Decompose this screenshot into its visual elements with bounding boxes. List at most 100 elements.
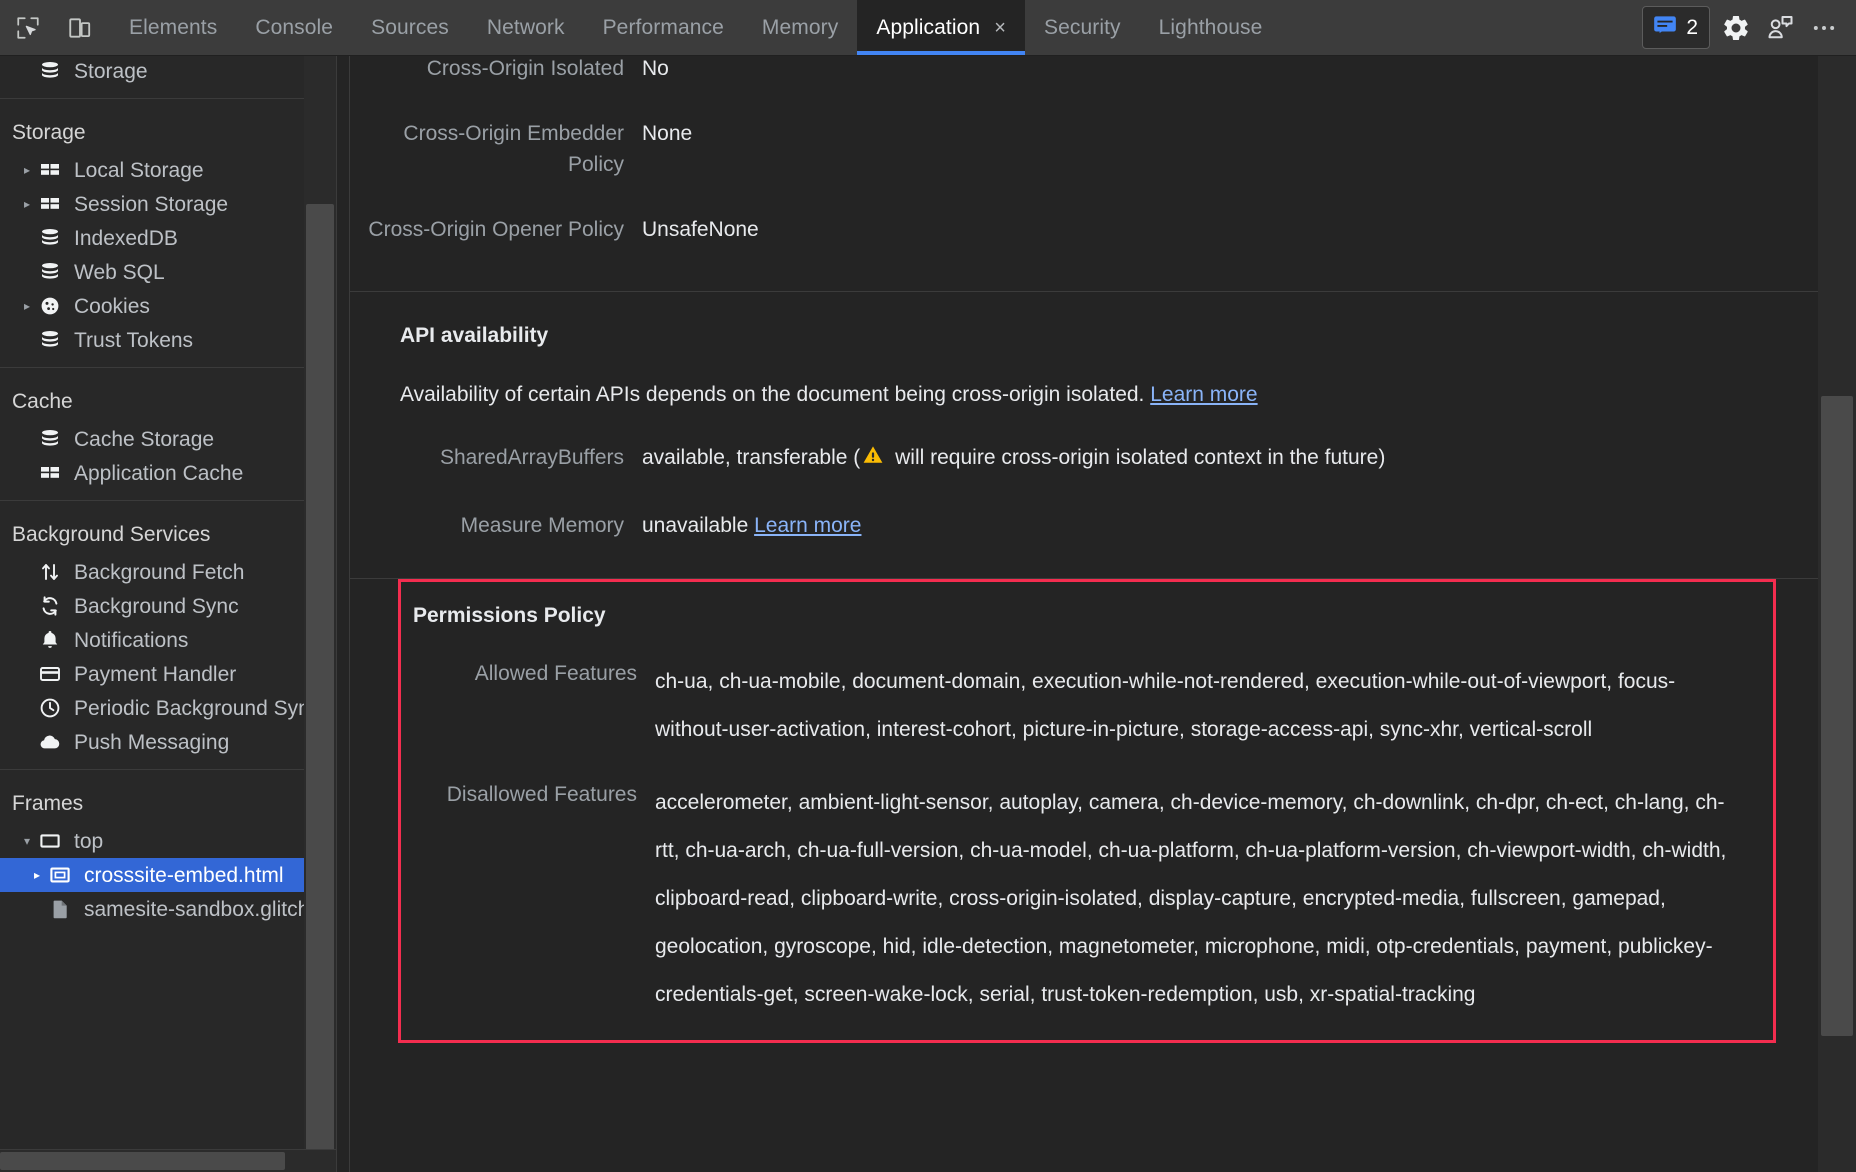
sidebar-item-session-storage[interactable]: ▸ Session Storage — [0, 187, 336, 221]
row-value: available, transferable ( will require c… — [642, 442, 1429, 477]
tab-application[interactable]: Application × — [857, 0, 1025, 55]
sidebar-item-cache-storage[interactable]: ▸ Cache Storage — [0, 422, 336, 456]
row-cross-origin-embedder-policy: Cross-Origin Embedder Policy None — [350, 96, 1818, 192]
main-scroll-thumb[interactable] — [1821, 396, 1853, 1036]
row-allowed-features: Allowed Features ch-ua, ch-ua-mobile, do… — [401, 638, 1773, 765]
tab-performance[interactable]: Performance — [584, 0, 743, 55]
issues-count: 2 — [1686, 16, 1698, 39]
chevron-right-icon[interactable]: ▸ — [16, 163, 38, 177]
sidebar-hscroll-thumb[interactable] — [0, 1152, 285, 1170]
sidebar-item-periodic-background-sync[interactable]: ▸ Periodic Background Sync — [0, 691, 336, 725]
sidebar-scroll-thumb[interactable] — [306, 204, 334, 1172]
feedback-person-icon[interactable] — [1762, 10, 1798, 46]
tab-label: Network — [486, 15, 565, 39]
sidebar-item-web-sql[interactable]: ▸ Web SQL — [0, 255, 336, 289]
cookie-icon — [38, 294, 66, 318]
sidebar-group-header: Background Services — [12, 523, 211, 546]
sidebar-item-frame-samesite-sandbox[interactable]: ▸ samesite-sandbox.glitch — [0, 892, 336, 926]
more-options-icon[interactable] — [1806, 10, 1842, 46]
gear-icon[interactable] — [1718, 10, 1754, 46]
sidebar-item-frame-crosssite-embed[interactable]: ▸ crosssite-embed.html — [0, 858, 336, 892]
tab-console[interactable]: Console — [236, 0, 352, 55]
database-icon — [38, 260, 66, 284]
devtools-window: Elements Console Sources Network Perform… — [0, 0, 1856, 1172]
sidebar-horizontal-scrollbar[interactable] — [0, 1149, 336, 1172]
sidebar-item-cookies[interactable]: ▸ Cookies — [0, 289, 336, 323]
row-shared-array-buffers: SharedArrayBuffers available, transferab… — [350, 416, 1818, 488]
close-icon[interactable]: × — [994, 18, 1006, 38]
row-disallowed-features: Disallowed Features accelerometer, ambie… — [401, 765, 1773, 1029]
chevron-right-icon[interactable]: ▸ — [16, 299, 38, 313]
sidebar-item-label: Cache Storage — [74, 427, 215, 451]
sidebar-item-label: Trust Tokens — [74, 328, 194, 352]
row-key: Cross-Origin Opener Policy — [368, 217, 624, 241]
devtools-toolbar: Elements Console Sources Network Perform… — [0, 0, 1856, 56]
sidebar-item-indexeddb[interactable]: ▸ IndexedDB — [0, 221, 336, 255]
sidebar-item-frame-top[interactable]: ▾ top — [0, 824, 336, 858]
sidebar-item-label: Background Fetch — [74, 560, 245, 584]
tab-security[interactable]: Security — [1025, 0, 1140, 55]
sidebar-item-label: Payment Handler — [74, 662, 237, 686]
sidebar-item-storage-overview[interactable]: ▸ Storage — [0, 56, 336, 88]
chevron-down-icon[interactable]: ▾ — [16, 834, 38, 848]
row-value: UnsafeNone — [642, 217, 759, 241]
frame-details-panel: Cross-Origin Isolated No Cross-Origin Em… — [337, 56, 1856, 1172]
tab-label: Performance — [602, 15, 724, 39]
sidebar-group-header: Storage — [12, 121, 86, 144]
tab-memory[interactable]: Memory — [743, 0, 857, 55]
issues-button[interactable]: 2 — [1642, 6, 1710, 49]
row-value: ch-ua, ch-ua-mobile, document-domain, ex… — [655, 670, 1676, 742]
sidebar-item-notifications[interactable]: ▸ Notifications — [0, 623, 336, 657]
database-icon — [38, 226, 66, 250]
main-vertical-scrollbar[interactable] — [1818, 56, 1856, 1172]
tab-sources[interactable]: Sources — [352, 0, 468, 55]
arrows-up-down-icon — [38, 560, 66, 584]
tab-lighthouse[interactable]: Lighthouse — [1140, 0, 1282, 55]
sidebar-item-trust-tokens[interactable]: ▸ Trust Tokens — [0, 323, 336, 357]
sidebar-item-label: IndexedDB — [74, 226, 178, 250]
security-isolation-section: Cross-Origin Isolated No Cross-Origin Em… — [350, 56, 1818, 292]
sidebar-item-label: Session Storage — [74, 192, 229, 216]
api-availability-section: API availability Availability of certain… — [350, 292, 1818, 580]
sidebar-item-background-sync[interactable]: ▸ Background Sync — [0, 589, 336, 623]
sidebar-item-local-storage[interactable]: ▸ Local Storage — [0, 153, 336, 187]
sidebar-item-application-cache[interactable]: ▸ Application Cache — [0, 456, 336, 490]
tab-elements[interactable]: Elements — [110, 0, 236, 55]
tab-network[interactable]: Network — [468, 0, 584, 55]
sidebar-item-push-messaging[interactable]: ▸ Push Messaging — [0, 725, 336, 759]
row-measure-memory: Measure Memory unavailable Learn more — [350, 488, 1818, 553]
bell-icon — [38, 628, 66, 652]
learn-more-link[interactable]: Learn more — [754, 514, 861, 537]
chevron-right-icon[interactable]: ▸ — [16, 197, 38, 211]
devtools-body: ▸ ▸ — [0, 56, 1856, 1172]
device-toolbar-icon[interactable] — [62, 10, 98, 46]
table-icon — [38, 461, 66, 485]
chevron-right-icon[interactable]: ▸ — [26, 868, 48, 882]
learn-more-link[interactable]: Learn more — [1150, 383, 1257, 406]
database-icon — [38, 328, 66, 352]
row-value: accelerometer, ambient-light-sensor, aut… — [655, 791, 1727, 1006]
permissions-policy-highlight-box: Permissions Policy Allowed Features ch-u… — [398, 579, 1776, 1043]
sidebar-group-background-services: Background Services ▸ Background Fetch — [0, 501, 336, 770]
frame-details-inner: Cross-Origin Isolated No Cross-Origin Em… — [350, 56, 1856, 1172]
database-icon — [38, 427, 66, 451]
sidebar-group-header: Cache — [12, 390, 73, 413]
sidebar-vertical-scrollbar[interactable] — [304, 56, 336, 1172]
inspect-cursor-icon[interactable] — [10, 10, 46, 46]
toolbar-right-icons: 2 — [1642, 0, 1856, 55]
warning-triangle-icon — [861, 443, 885, 477]
row-key: Measure Memory — [460, 513, 624, 537]
sidebar-item-payment-handler[interactable]: ▸ Payment Handler — [0, 657, 336, 691]
panel-tabs: Elements Console Sources Network Perform… — [98, 0, 1642, 55]
sidebar-item-label: Web SQL — [74, 260, 165, 284]
sidebar-item-background-fetch[interactable]: ▸ Background Fetch — [0, 555, 336, 589]
iframe-icon — [48, 863, 76, 887]
application-sidebar: ▸ ▸ — [0, 56, 337, 1172]
sidebar-item-label: Cookies — [74, 294, 150, 318]
tab-label: Sources — [371, 15, 449, 39]
value-prefix: available, transferable ( — [642, 446, 861, 470]
row-key: Allowed Features — [474, 662, 637, 686]
sidebar-group-cache: Cache ▸ Cache Storage — [0, 368, 336, 501]
credit-card-icon — [38, 662, 66, 686]
sidebar-item-label: samesite-sandbox.glitch — [84, 897, 310, 921]
